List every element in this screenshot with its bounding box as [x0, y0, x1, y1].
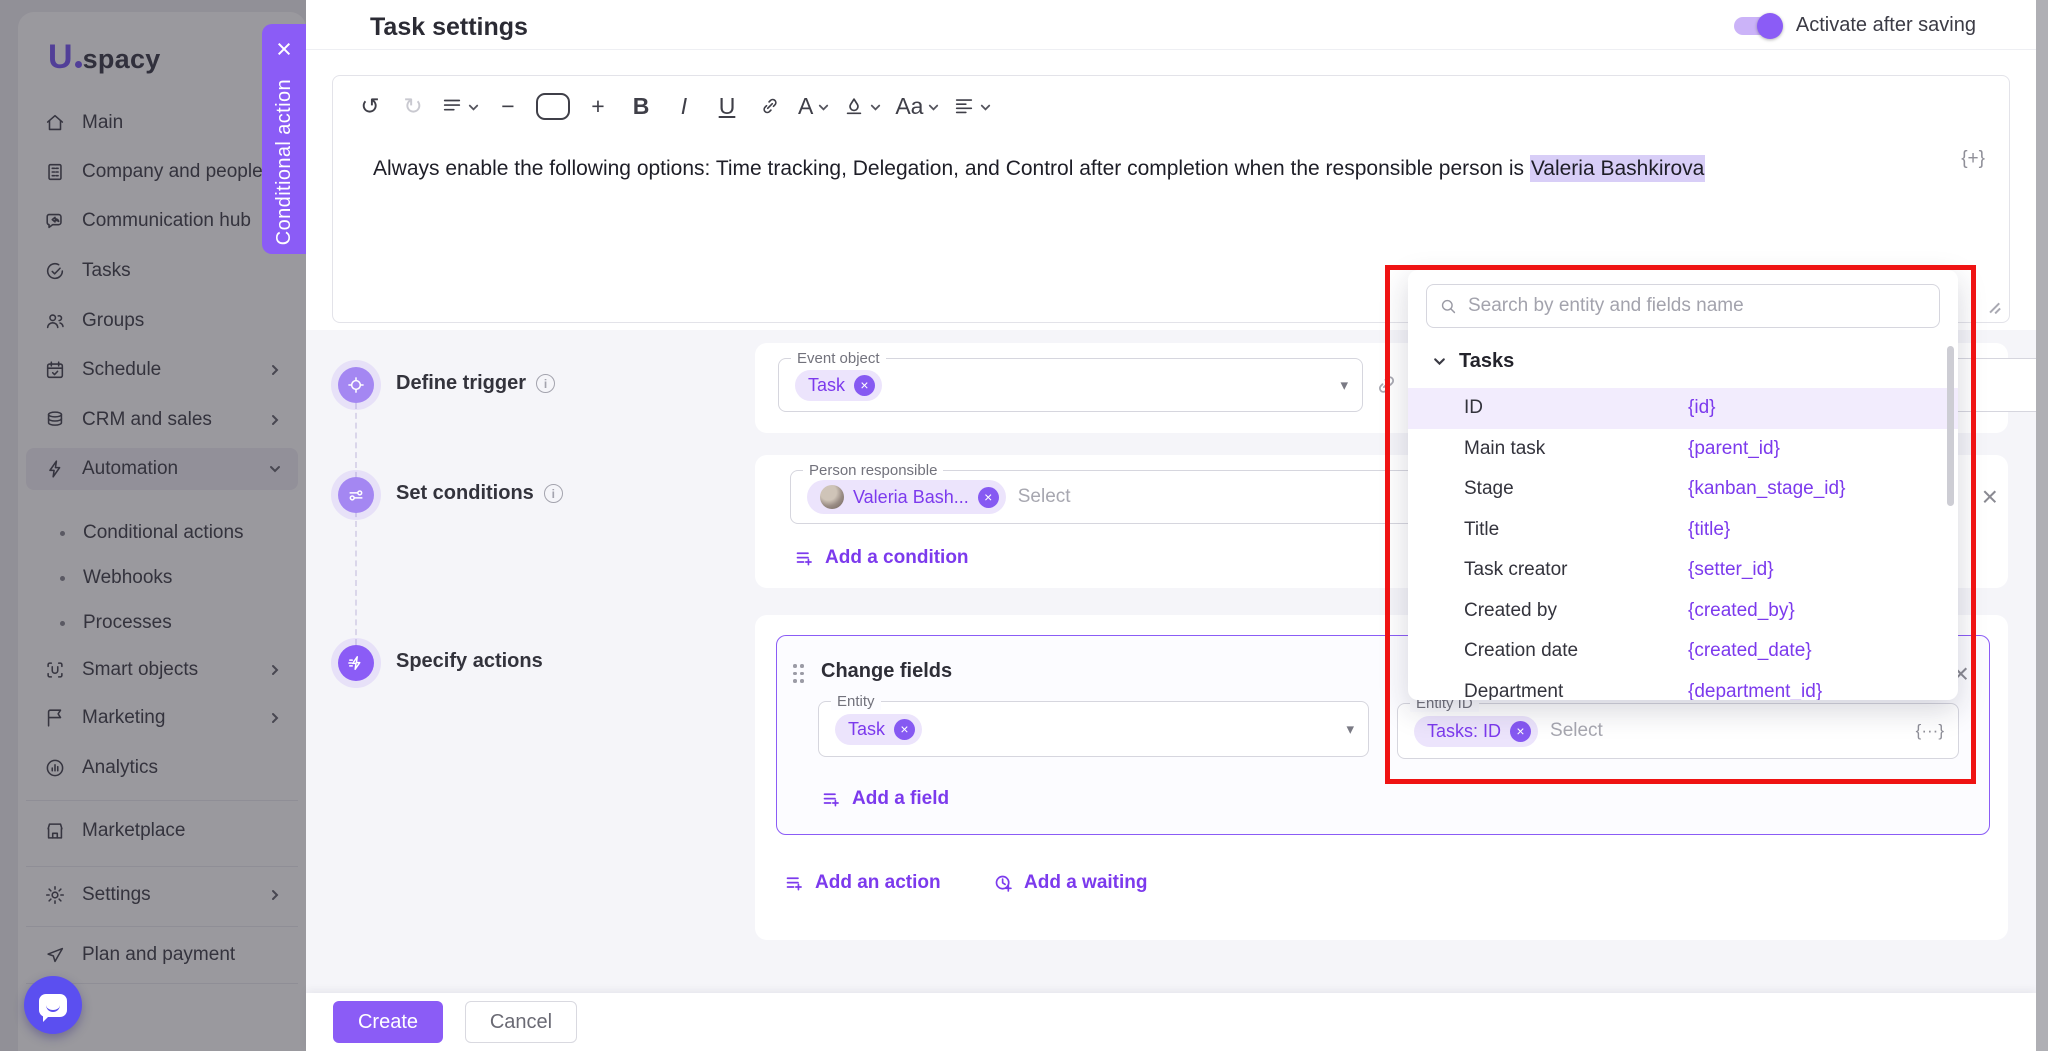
picker-row-department[interactable]: Department{department_id} [1408, 672, 1958, 701]
actions-step-label: Specify actions [396, 650, 543, 673]
tab-label: Conditional action [273, 79, 296, 245]
conditions-step: Set conditions i [396, 482, 563, 505]
font-family-button[interactable]: Aa [895, 90, 940, 122]
avatar [820, 485, 844, 509]
picker-row-main-task[interactable]: Main task{parent_id} [1408, 429, 1958, 470]
toggle-knob [1757, 13, 1783, 39]
page-scrollbar[interactable] [2036, 0, 2048, 1051]
chain-link-icon [1374, 372, 1399, 402]
modal-header: Task settings Activate after saving [306, 0, 2048, 50]
font-size-box[interactable] [536, 93, 570, 120]
activate-toggle-group: Activate after saving [1734, 14, 1976, 37]
event-object-select[interactable]: Event object Task× ▾ [778, 358, 1363, 412]
add-action-link[interactable]: Add an action [784, 872, 941, 894]
person-chip: Valeria Bash...× [807, 480, 1006, 514]
modal-footer: Create Cancel [306, 993, 2036, 1051]
editor-text-plain: Always enable the following options: Tim… [373, 157, 1530, 180]
picker-row-title[interactable]: Title{title} [1408, 510, 1958, 551]
search-input[interactable] [1468, 295, 1927, 317]
search-icon [1439, 297, 1458, 316]
page-title: Task settings [370, 13, 528, 42]
steps-connector [355, 403, 357, 645]
entity-select[interactable]: Entity Task× ▾ [818, 701, 1369, 757]
picker-row-stage[interactable]: Stage{kanban_stage_id} [1408, 469, 1958, 510]
info-icon[interactable]: i [536, 374, 555, 393]
editor-text[interactable]: Always enable the following options: Tim… [373, 154, 1933, 184]
create-button[interactable]: Create [333, 1001, 443, 1043]
trigger-step-label: Define trigger [396, 372, 526, 395]
resize-handle-icon[interactable] [1988, 301, 2001, 314]
actions-step: Specify actions [396, 650, 543, 673]
undo-button[interactable]: ↺ [355, 90, 385, 122]
picker-group-tasks[interactable]: Tasks [1432, 350, 1514, 373]
highlight-color-button[interactable] [843, 90, 882, 122]
screen: Uspacy Main Company and people Communica… [0, 0, 2048, 1051]
remove-condition-icon[interactable]: × [1982, 483, 1998, 511]
redo-button[interactable]: ↻ [398, 90, 428, 122]
select-placeholder: Select [1018, 486, 1071, 508]
event-object-chip: Task× [795, 370, 882, 401]
modal-backdrop[interactable] [0, 0, 306, 1051]
editor-toolbar: ↺ ↻ − + B I U A Aa [355, 90, 992, 122]
picker-row-id[interactable]: ID{id} [1408, 388, 1958, 429]
chat-widget-button[interactable] [24, 976, 82, 1034]
chevron-down-icon [1432, 354, 1447, 369]
field-label: Event object [791, 350, 886, 367]
picker-group-label: Tasks [1459, 350, 1514, 373]
chip-remove-icon[interactable]: × [894, 719, 915, 740]
entity-chip: Task× [835, 714, 922, 745]
actions-step-icon [338, 645, 374, 681]
picker-search-field[interactable] [1426, 284, 1940, 328]
conditions-step-label: Set conditions [396, 482, 534, 505]
line-spacing-button[interactable] [441, 90, 480, 122]
chip-remove-icon[interactable]: × [978, 487, 999, 508]
add-waiting-link[interactable]: Add a waiting [993, 872, 1148, 894]
add-field-link[interactable]: Add a field [821, 788, 949, 810]
picker-row-task-creator[interactable]: Task creator{setter_id} [1408, 550, 1958, 591]
decrease-size-button[interactable]: − [493, 90, 523, 122]
chip-remove-icon[interactable]: × [1510, 721, 1531, 742]
picker-scrollbar[interactable] [1947, 346, 1954, 506]
dropdown-arrow-icon: ▾ [1340, 376, 1348, 394]
increase-size-button[interactable]: + [583, 90, 613, 122]
trigger-step-icon [338, 367, 374, 403]
action-card-title: Change fields [821, 660, 952, 683]
text-color-button[interactable]: A [798, 90, 830, 122]
field-label: Person responsible [803, 462, 943, 479]
dropdown-arrow-icon: ▾ [1346, 720, 1354, 738]
align-button[interactable] [953, 90, 992, 122]
activate-label: Activate after saving [1796, 14, 1976, 37]
chip-remove-icon[interactable]: × [854, 375, 875, 396]
drag-handle-icon[interactable] [793, 664, 805, 684]
underline-button[interactable]: U [712, 90, 742, 122]
picker-row-created-by[interactable]: Created by{created_by} [1408, 591, 1958, 632]
picker-row-creation-date[interactable]: Creation date{created_date} [1408, 631, 1958, 672]
info-icon[interactable]: i [544, 484, 563, 503]
add-condition-link[interactable]: Add a condition [794, 547, 969, 569]
field-label: Entity [831, 693, 881, 710]
cancel-button[interactable]: Cancel [465, 1001, 577, 1043]
editor-text-highlighted: Valeria Bashkirova [1530, 155, 1706, 182]
bold-button[interactable]: B [626, 90, 656, 122]
insert-variable-button[interactable]: {···} [1916, 721, 1944, 741]
insert-variable-button[interactable]: {+} [1961, 148, 1985, 170]
close-icon[interactable]: × [276, 36, 292, 63]
activate-toggle[interactable] [1734, 17, 1780, 35]
select-placeholder: Select [1550, 720, 1603, 742]
variable-picker-dropdown: Tasks ID{id} Main task{parent_id} Stage{… [1408, 270, 1958, 700]
trigger-step: Define trigger i [396, 372, 555, 395]
italic-button[interactable]: I [669, 90, 699, 122]
chat-bubble-icon [39, 994, 67, 1017]
entity-id-select[interactable]: Entity ID Tasks: ID× Select {···} [1397, 703, 1959, 759]
picker-field-list: ID{id} Main task{parent_id} Stage{kanban… [1408, 388, 1958, 700]
entity-id-chip: Tasks: ID× [1414, 716, 1538, 747]
conditions-step-icon [338, 477, 374, 513]
link-button[interactable] [755, 90, 785, 122]
conditional-action-tab[interactable]: × Conditional action [262, 24, 306, 254]
